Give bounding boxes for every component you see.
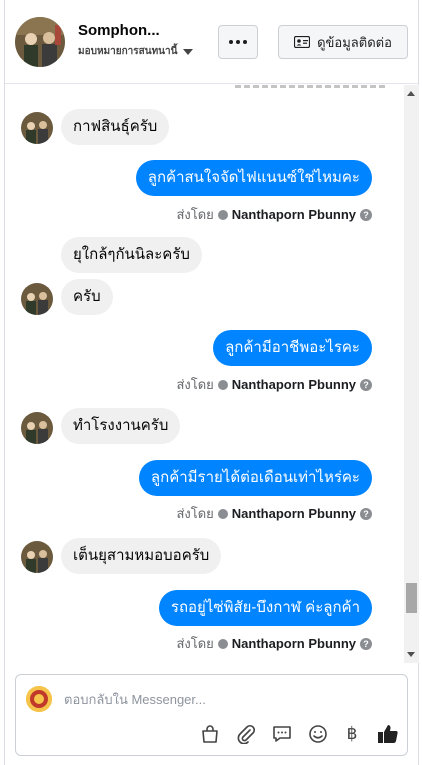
conversation-header: Somphon... มอบหมายการสนทนานี้ ดูข้อมูลติ…	[5, 0, 418, 84]
cut-off-text	[235, 85, 385, 88]
admin-status-icon	[217, 379, 228, 390]
contact-avatar-small	[21, 541, 53, 573]
sender-name: Nanthaporn Pbunny	[231, 506, 356, 521]
reply-input[interactable]	[64, 687, 384, 711]
sent-by-label: ส่งโดย	[176, 207, 214, 222]
scroll-thumb[interactable]	[406, 583, 417, 613]
view-contact-info-label: ดูข้อมูลติดต่อ	[317, 34, 392, 50]
outgoing-message-bubble[interactable]: รถอยู่ไซ่พิสัย-บึงกาฬ ค่ะลูกค้า	[158, 590, 372, 626]
more-options-button[interactable]	[218, 25, 258, 59]
outgoing-message-bubble[interactable]: ลูกค้ามีรายได้ต่อเดือนเท่าไหร่คะ	[138, 460, 372, 496]
help-icon[interactable]: ?	[360, 637, 372, 650]
help-icon[interactable]: ?	[360, 208, 372, 221]
sender-name: Nanthaporn Pbunny	[231, 636, 356, 651]
message-composer: ฿	[15, 674, 408, 756]
saved-replies-icon[interactable]	[198, 723, 222, 745]
view-contact-info-button[interactable]: ดูข้อมูลติดต่อ	[278, 25, 408, 59]
thumbs-up-icon[interactable]	[376, 723, 400, 745]
admin-status-icon	[217, 508, 228, 519]
outgoing-message-bubble[interactable]: ลูกค้าสนใจจัดไฟแนนซ์ใช่ไหมคะ	[135, 160, 372, 196]
incoming-message-bubble[interactable]: ทำโรงงานครับ	[61, 408, 181, 444]
sent-by-line: ส่งโดย Nanthaporn Pbunny ?	[176, 374, 372, 395]
scroll-down-arrow-icon[interactable]	[407, 652, 415, 657]
sent-by-line: ส่งโดย Nanthaporn Pbunny ?	[176, 633, 372, 654]
contact-avatar-small	[21, 112, 53, 144]
more-dots-icon	[236, 40, 240, 44]
admin-status-icon	[217, 638, 228, 649]
emoji-icon[interactable]	[306, 723, 330, 745]
sent-by-label: ส่งโดย	[176, 636, 214, 651]
outgoing-message-bubble[interactable]: ลูกค้ามีอาชีพอะไรคะ	[213, 330, 372, 366]
payment-baht-icon[interactable]: ฿	[340, 723, 364, 745]
sender-name: Nanthaporn Pbunny	[231, 207, 356, 222]
assign-conversation-dropdown[interactable]: มอบหมายการสนทนานี้	[78, 44, 194, 59]
attachment-icon[interactable]	[234, 723, 258, 745]
scroll-up-arrow-icon[interactable]	[407, 91, 415, 96]
sent-by-line: ส่งโดย Nanthaporn Pbunny ?	[176, 503, 372, 524]
contact-card-icon	[294, 36, 311, 48]
help-icon[interactable]: ?	[360, 507, 372, 520]
contact-avatar-small	[21, 283, 53, 315]
assign-label: มอบหมายการสนทนานี้	[78, 46, 178, 57]
sent-by-label: ส่งโดย	[176, 506, 214, 521]
more-dots-icon	[243, 40, 247, 44]
contact-avatar-small	[21, 412, 53, 444]
caret-down-icon	[183, 48, 194, 55]
chat-bubble-icon[interactable]	[270, 723, 294, 745]
message-scrollbar[interactable]	[404, 85, 419, 663]
page-avatar	[26, 686, 52, 712]
contact-name[interactable]: Somphon...	[78, 22, 160, 39]
more-dots-icon	[229, 40, 233, 44]
admin-status-icon	[217, 209, 228, 220]
conversation-panel: Somphon... มอบหมายการสนทนานี้ ดูข้อมูลติ…	[4, 0, 419, 765]
help-icon[interactable]: ?	[360, 378, 372, 391]
contact-avatar[interactable]	[15, 17, 65, 67]
message-list[interactable]: กาฟสินธุ์ครับ ลูกค้าสนใจจัดไฟแนนซ์ใช่ไหม…	[5, 85, 404, 663]
sent-by-label: ส่งโดย	[176, 377, 214, 392]
incoming-message-bubble[interactable]: ครับ	[61, 279, 113, 315]
sender-name: Nanthaporn Pbunny	[231, 377, 356, 392]
incoming-message-bubble[interactable]: กาฟสินธุ์ครับ	[61, 109, 170, 145]
incoming-message-bubble[interactable]: ยุใกล้ๆกันนิละครับ	[61, 237, 202, 273]
incoming-message-bubble[interactable]: เต็นยุสามหมอบอครับ	[61, 538, 222, 574]
sent-by-line: ส่งโดย Nanthaporn Pbunny ?	[176, 204, 372, 225]
